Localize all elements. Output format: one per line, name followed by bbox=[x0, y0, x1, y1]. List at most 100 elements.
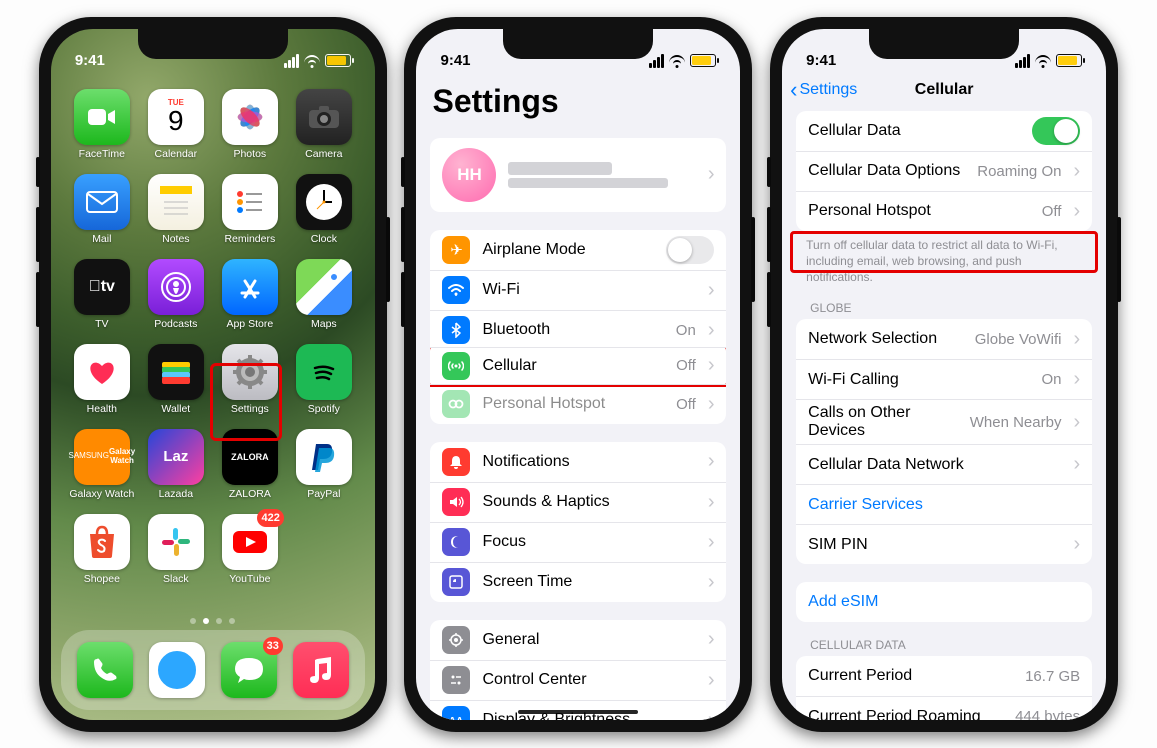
app-wallet[interactable]: Wallet bbox=[143, 344, 209, 415]
notch bbox=[869, 29, 1019, 59]
badge: 422 bbox=[257, 509, 283, 527]
app-slack[interactable]: Slack bbox=[143, 514, 209, 585]
maps-icon bbox=[296, 259, 352, 315]
app-health[interactable]: Health bbox=[69, 344, 135, 415]
notifications-icon bbox=[442, 448, 470, 476]
chevron-right-icon: › bbox=[708, 491, 715, 514]
row-screentime[interactable]: Screen Time › bbox=[430, 562, 726, 602]
profile-name-redacted bbox=[508, 162, 611, 175]
app-calendar[interactable]: TUE9Calendar bbox=[143, 89, 209, 160]
app-settings[interactable]: Settings bbox=[217, 344, 283, 415]
dock-music[interactable] bbox=[293, 642, 349, 698]
row-wifi-calling[interactable]: Wi-Fi Calling On › bbox=[796, 359, 1092, 399]
row-add-esim[interactable]: Add eSIM bbox=[796, 582, 1092, 622]
battery-icon bbox=[1056, 54, 1082, 67]
appstore-icon bbox=[222, 259, 278, 315]
cellular-data-header: CELLULAR DATA bbox=[782, 622, 1106, 656]
cellular-data-toggle[interactable] bbox=[1032, 117, 1080, 145]
app-camera[interactable]: Camera bbox=[291, 89, 357, 160]
row-personal-hotspot[interactable]: Personal Hotspot Off › bbox=[796, 191, 1092, 231]
profile-group: HH › bbox=[430, 138, 726, 212]
row-controlcenter[interactable]: Control Center › bbox=[430, 660, 726, 700]
app-mail[interactable]: Mail bbox=[69, 174, 135, 245]
bluetooth-icon bbox=[442, 316, 470, 344]
galaxywatch-icon: SAMSUNGGalaxyWatch bbox=[74, 429, 130, 485]
row-network-selection[interactable]: Network Selection Globe VoWifi › bbox=[796, 319, 1092, 359]
chevron-right-icon: › bbox=[708, 531, 715, 554]
app-notes[interactable]: Notes bbox=[143, 174, 209, 245]
row-sim-pin[interactable]: SIM PIN › bbox=[796, 524, 1092, 564]
airplane-toggle[interactable] bbox=[666, 236, 714, 264]
row-hotspot[interactable]: Personal Hotspot Off › bbox=[430, 384, 726, 424]
app-maps[interactable]: Maps bbox=[291, 259, 357, 330]
app-photos[interactable]: Photos bbox=[217, 89, 283, 160]
paypal-icon bbox=[296, 429, 352, 485]
app-lazada[interactable]: LazLazada bbox=[143, 429, 209, 500]
row-cellular-network[interactable]: Cellular Data Network › bbox=[796, 444, 1092, 484]
globe-header: GLOBE bbox=[782, 285, 1106, 319]
wifi-settings-icon bbox=[442, 276, 470, 304]
profile-row[interactable]: HH › bbox=[430, 138, 726, 212]
airplane-icon: ✈︎ bbox=[442, 236, 470, 264]
chevron-right-icon: › bbox=[1073, 411, 1080, 434]
row-bluetooth[interactable]: Bluetooth On › bbox=[430, 310, 726, 350]
row-cellular[interactable]: Cellular Off › bbox=[430, 347, 726, 387]
page-dots[interactable] bbox=[51, 618, 375, 624]
row-sounds[interactable]: Sounds & Haptics › bbox=[430, 482, 726, 522]
battery-icon bbox=[325, 54, 351, 67]
app-tv[interactable]: tvTV bbox=[69, 259, 135, 330]
alerts-group: Notifications › Sounds & Haptics › Focus… bbox=[430, 442, 726, 602]
row-notifications[interactable]: Notifications › bbox=[430, 442, 726, 482]
profile-sub-redacted bbox=[508, 178, 667, 188]
app-podcasts[interactable]: Podcasts bbox=[143, 259, 209, 330]
row-calls-other[interactable]: Calls on Other Devices When Nearby › bbox=[796, 399, 1092, 444]
row-airplane[interactable]: ✈︎ Airplane Mode bbox=[430, 230, 726, 270]
chevron-right-icon: › bbox=[708, 163, 715, 186]
app-youtube[interactable]: 422YouTube bbox=[217, 514, 283, 585]
chevron-right-icon: › bbox=[1073, 368, 1080, 391]
usage-group: Current Period 16.7 GB Current Period Ro… bbox=[796, 656, 1092, 719]
phone-icon bbox=[77, 642, 133, 698]
app-shopee[interactable]: Shopee bbox=[69, 514, 135, 585]
dock-phone[interactable] bbox=[77, 642, 133, 698]
app-appstore[interactable]: App Store bbox=[217, 259, 283, 330]
status-time: 9:41 bbox=[75, 52, 105, 69]
row-current-period[interactable]: Current Period 16.7 GB bbox=[796, 656, 1092, 696]
home-screen: 9:41 FaceTime TUE9Calendar Photos Camera… bbox=[51, 29, 375, 720]
phone-cellular: 9:41 ‹ Settings Cellular Cellula bbox=[770, 17, 1118, 732]
settings-screen: 9:41 Settings HH › bbox=[416, 29, 740, 720]
chevron-right-icon: › bbox=[1073, 533, 1080, 556]
general-group: General › Control Center › AA Display & … bbox=[430, 620, 726, 720]
signal-icon bbox=[1015, 54, 1030, 68]
camera-icon bbox=[296, 89, 352, 145]
app-reminders[interactable]: Reminders bbox=[217, 174, 283, 245]
home-app-grid: FaceTime TUE9Calendar Photos Camera Mail… bbox=[51, 77, 375, 585]
home-indicator[interactable] bbox=[518, 710, 638, 714]
row-current-roaming[interactable]: Current Period Roaming 444 bytes bbox=[796, 696, 1092, 719]
row-cellular-data-options[interactable]: Cellular Data Options Roaming On › bbox=[796, 151, 1092, 191]
phone-home: 9:41 FaceTime TUE9Calendar Photos Camera… bbox=[39, 17, 387, 732]
dock-messages[interactable]: 33 bbox=[221, 642, 277, 698]
app-zalora[interactable]: ZALORAZALORA bbox=[217, 429, 283, 500]
clock-icon bbox=[296, 174, 352, 230]
mail-icon bbox=[74, 174, 130, 230]
svg-text:AA: AA bbox=[449, 716, 463, 720]
app-facetime[interactable]: FaceTime bbox=[69, 89, 135, 160]
wifi-icon bbox=[1035, 55, 1051, 67]
app-spotify[interactable]: Spotify bbox=[291, 344, 357, 415]
sounds-icon bbox=[442, 488, 470, 516]
chevron-right-icon: › bbox=[708, 450, 715, 473]
row-carrier-services[interactable]: Carrier Services bbox=[796, 484, 1092, 524]
row-cellular-data[interactable]: Cellular Data bbox=[796, 111, 1092, 151]
app-clock[interactable]: Clock bbox=[291, 174, 357, 245]
app-paypal[interactable]: PayPal bbox=[291, 429, 357, 500]
page-title: Settings bbox=[416, 77, 740, 128]
settings-icon bbox=[222, 344, 278, 400]
row-focus[interactable]: Focus › bbox=[430, 522, 726, 562]
app-galaxywatch[interactable]: SAMSUNGGalaxyWatchGalaxy Watch bbox=[69, 429, 135, 500]
row-wifi[interactable]: Wi-Fi › bbox=[430, 270, 726, 310]
esim-group: Add eSIM bbox=[796, 582, 1092, 622]
dock-safari[interactable] bbox=[149, 642, 205, 698]
chevron-right-icon: › bbox=[1073, 328, 1080, 351]
row-general[interactable]: General › bbox=[430, 620, 726, 660]
